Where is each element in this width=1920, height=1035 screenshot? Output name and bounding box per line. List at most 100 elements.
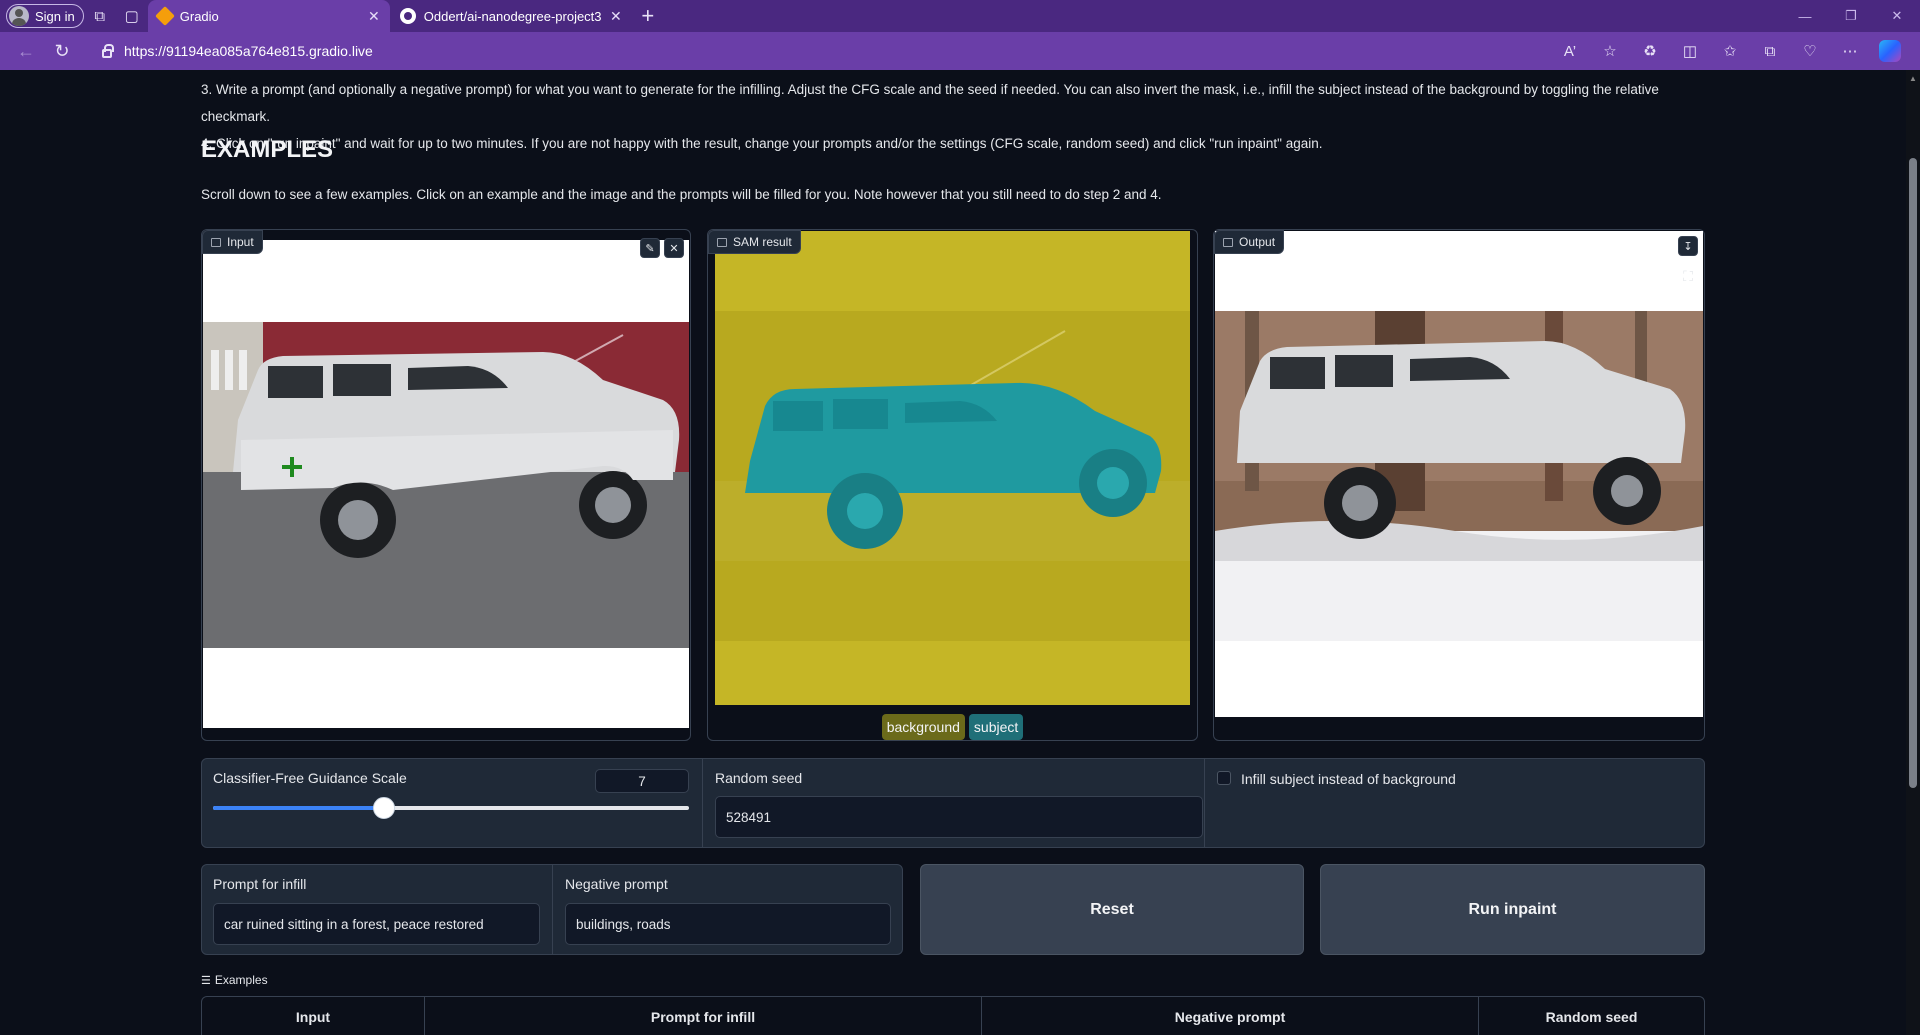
restore-icon[interactable]: ❐ bbox=[1828, 0, 1874, 32]
legend-background[interactable]: background bbox=[881, 714, 965, 740]
input-label: Input bbox=[202, 230, 263, 254]
sam-result-canvas bbox=[715, 231, 1190, 705]
image-icon bbox=[717, 237, 727, 247]
examples-label-text: Examples bbox=[214, 973, 268, 987]
segment-legend: background subject bbox=[708, 714, 1197, 740]
scroll-up-icon[interactable]: ▲ bbox=[1909, 74, 1917, 83]
examples-table-header: Input Prompt for infill Negative prompt … bbox=[202, 997, 1704, 1035]
negative-prompt-label: Negative prompt bbox=[565, 876, 668, 892]
sam-result-image bbox=[715, 231, 1190, 705]
copilot-icon[interactable] bbox=[1870, 35, 1910, 67]
output-image bbox=[1215, 311, 1703, 641]
cfg-scale-slider[interactable] bbox=[213, 797, 689, 819]
prompt-for-infill-value: car ruined sitting in a forest, peace re… bbox=[224, 916, 484, 932]
download-icon[interactable]: ↧ bbox=[1678, 236, 1698, 256]
reset-button[interactable]: Reset bbox=[920, 864, 1304, 955]
favorites-icon[interactable]: ✩ bbox=[1710, 35, 1750, 67]
tab-gradio[interactable]: Gradio ✕ bbox=[147, 0, 390, 32]
settings-row: Classifier-Free Guidance Scale 7 Random … bbox=[201, 758, 1705, 848]
cfg-scale-label: Classifier-Free Guidance Scale bbox=[213, 770, 407, 786]
examples-description: Scroll down to see a few examples. Click… bbox=[201, 187, 1162, 202]
column-header-prompt[interactable]: Prompt for infill bbox=[425, 997, 982, 1035]
cfg-scale-number-input[interactable]: 7 bbox=[595, 769, 689, 793]
column-header-random-seed[interactable]: Random seed bbox=[1479, 997, 1704, 1035]
scrollbar-thumb[interactable] bbox=[1909, 158, 1917, 788]
tab-title: Oddert/ai-nanodegree-project3 bbox=[423, 8, 602, 24]
workspaces-icon[interactable]: ⧉ bbox=[84, 0, 116, 32]
output-label-text: Output bbox=[1239, 235, 1276, 249]
close-tab-icon[interactable]: ✕ bbox=[610, 8, 622, 25]
list-icon: ☰ bbox=[201, 974, 211, 987]
examples-label: ☰ Examples bbox=[201, 973, 268, 987]
gradio-favicon-icon bbox=[154, 6, 175, 26]
collections-icon[interactable]: ⧉ bbox=[1750, 35, 1790, 67]
random-seed-control: Random seed 528491 bbox=[703, 759, 1205, 847]
random-seed-value: 528491 bbox=[726, 809, 772, 825]
gradio-page: 3. Write a prompt (and optionally a nega… bbox=[0, 70, 1906, 1035]
window-controls: — ❐ ✕ bbox=[1782, 0, 1920, 32]
refresh-icon[interactable]: ↻ bbox=[44, 35, 80, 67]
negative-prompt-textarea[interactable]: buildings, roads bbox=[565, 903, 891, 945]
github-favicon-icon bbox=[399, 8, 416, 24]
edit-icon[interactable]: ✎ bbox=[640, 238, 660, 258]
browser-tools: A’ ☆ ♻ ◫ ✩ ⧉ ♡ ⋯ bbox=[1550, 32, 1910, 70]
input-image-canvas[interactable] bbox=[203, 240, 689, 728]
lock-icon bbox=[102, 43, 114, 58]
browser-toolbar: ← ↻ https://91194ea085a764e815.gradio.li… bbox=[0, 32, 1920, 70]
address-bar[interactable]: https://91194ea085a764e815.gradio.live bbox=[88, 37, 1448, 65]
invert-mask-control: Infill subject instead of background bbox=[1205, 759, 1705, 847]
tab-title: Gradio bbox=[179, 8, 219, 24]
favorite-star-icon[interactable]: ☆ bbox=[1590, 35, 1630, 67]
input-image bbox=[203, 322, 689, 648]
tab-github[interactable]: Oddert/ai-nanodegree-project3 ✕ bbox=[390, 0, 632, 32]
prompt-row: Prompt for infill car ruined sitting in … bbox=[201, 864, 903, 955]
output-image-canvas bbox=[1215, 231, 1703, 717]
prompt-for-infill-textarea[interactable]: car ruined sitting in a forest, peace re… bbox=[213, 903, 540, 945]
sam-result-label: SAM result bbox=[708, 230, 801, 254]
tab-actions-icon[interactable]: ▢ bbox=[116, 0, 148, 32]
prompt-for-infill-control: Prompt for infill car ruined sitting in … bbox=[202, 865, 553, 954]
cfg-scale-control: Classifier-Free Guidance Scale 7 bbox=[202, 759, 703, 847]
clear-icon[interactable]: ✕ bbox=[664, 238, 684, 258]
close-tab-icon[interactable]: ✕ bbox=[368, 8, 380, 25]
sign-in-label: Sign in bbox=[35, 8, 75, 24]
extensions-icon[interactable]: ♻ bbox=[1630, 35, 1670, 67]
examples-table: Input Prompt for infill Negative prompt … bbox=[201, 996, 1705, 1035]
fullscreen-icon[interactable]: ⛶ bbox=[1678, 266, 1698, 286]
instruction-step-3: 3. Write a prompt (and optionally a nega… bbox=[201, 82, 1659, 124]
run-inpaint-button[interactable]: Run inpaint bbox=[1320, 864, 1705, 955]
page-scrollbar[interactable]: ▲ bbox=[1906, 70, 1920, 1035]
profile-avatar-icon bbox=[9, 6, 29, 26]
browser-essentials-icon[interactable]: ♡ bbox=[1790, 35, 1830, 67]
sam-result-block: SAM result background subject bbox=[707, 229, 1198, 741]
url-text: https://91194ea085a764e815.gradio.live bbox=[124, 43, 373, 59]
invert-mask-label: Infill subject instead of background bbox=[1241, 771, 1456, 787]
output-image-block: Output ↧ ⛶ bbox=[1213, 229, 1705, 741]
window-close-icon[interactable]: ✕ bbox=[1874, 0, 1920, 32]
column-header-negative-prompt[interactable]: Negative prompt bbox=[982, 997, 1479, 1035]
cfg-scale-value: 7 bbox=[638, 773, 646, 789]
sign-in-button[interactable]: Sign in bbox=[6, 4, 84, 28]
read-aloud-icon[interactable]: A’ bbox=[1550, 35, 1590, 67]
more-options-icon[interactable]: ⋯ bbox=[1830, 35, 1870, 67]
examples-heading: EXAMPLES bbox=[201, 136, 334, 163]
input-image-block: Input ✎ ✕ bbox=[201, 229, 691, 741]
negative-prompt-control: Negative prompt buildings, roads bbox=[553, 865, 902, 954]
cfg-scale-slider-fill bbox=[213, 806, 385, 810]
column-header-input[interactable]: Input bbox=[202, 997, 425, 1035]
back-arrow-icon[interactable]: ← bbox=[8, 35, 44, 67]
invert-mask-checkbox[interactable] bbox=[1217, 771, 1231, 785]
random-seed-label: Random seed bbox=[715, 770, 803, 786]
split-screen-icon[interactable]: ◫ bbox=[1670, 35, 1710, 67]
new-tab-button[interactable]: + bbox=[632, 0, 664, 32]
legend-subject[interactable]: subject bbox=[968, 714, 1024, 740]
negative-prompt-value: buildings, roads bbox=[576, 916, 671, 932]
minimize-icon[interactable]: — bbox=[1782, 0, 1828, 32]
prompt-for-infill-label: Prompt for infill bbox=[213, 876, 307, 892]
output-label: Output bbox=[1214, 230, 1285, 254]
image-icon bbox=[211, 237, 221, 247]
browser-tab-bar: Sign in ⧉ ▢ Gradio ✕ Oddert/ai-nanodegre… bbox=[0, 0, 1920, 32]
random-seed-input[interactable]: 528491 bbox=[715, 796, 1203, 838]
image-icon bbox=[1223, 237, 1233, 247]
cfg-scale-slider-thumb[interactable] bbox=[373, 797, 396, 819]
